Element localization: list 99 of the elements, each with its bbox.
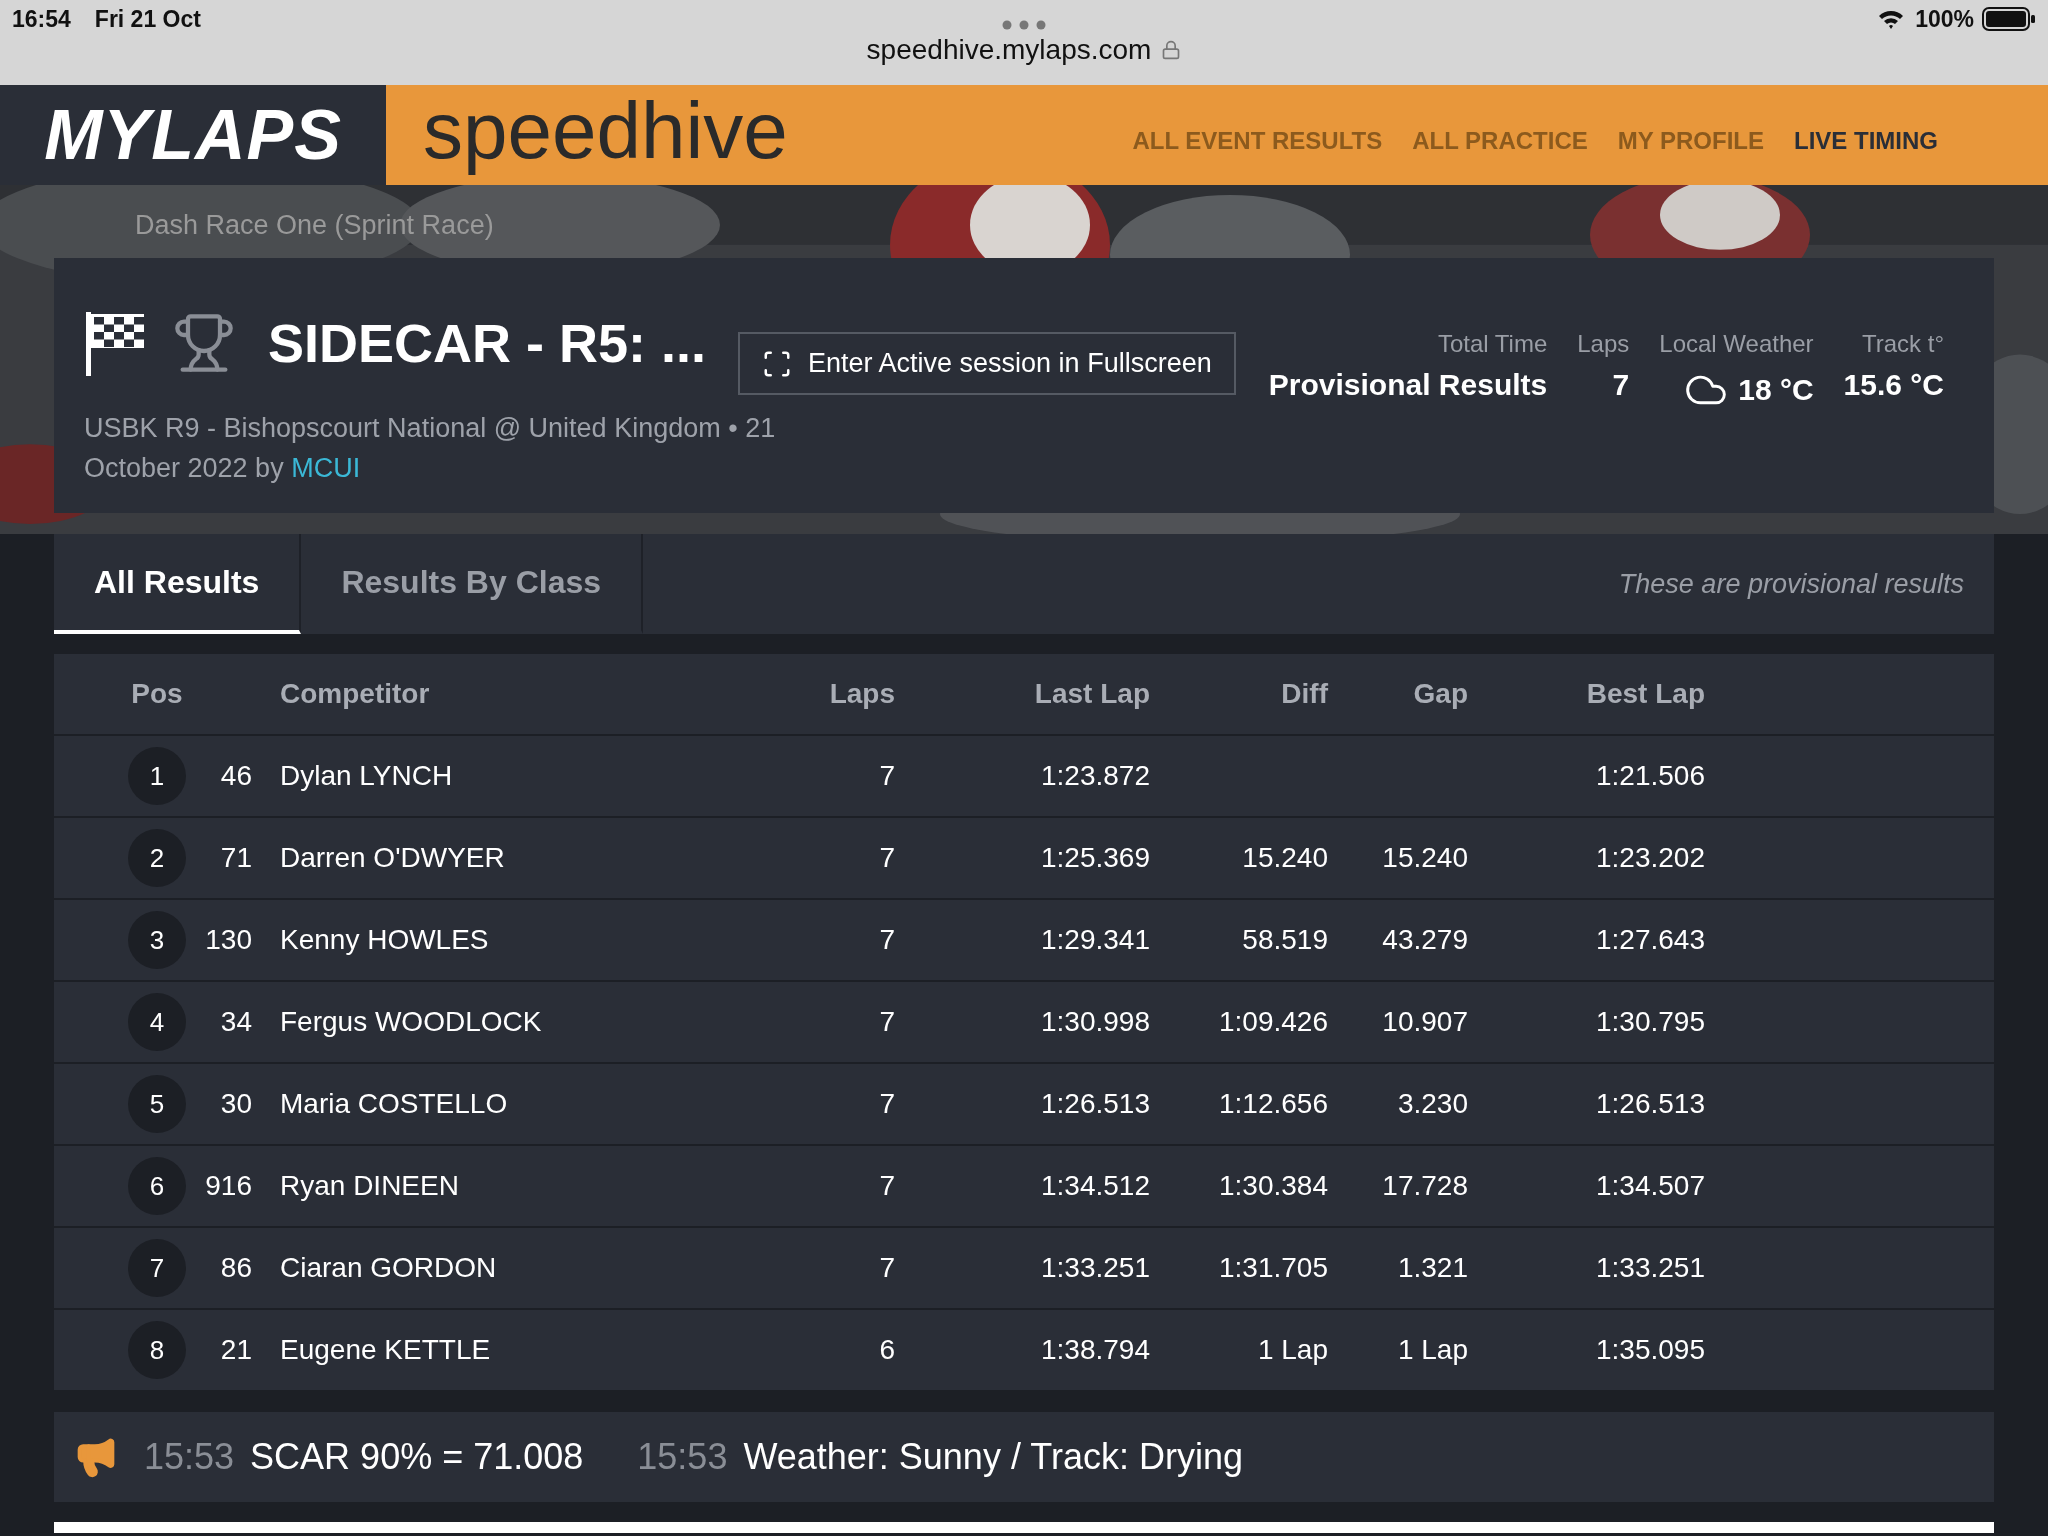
table-cell: 1:34.512 (1041, 1170, 1150, 1202)
table-cell: 6 (879, 1334, 895, 1366)
table-cell: 7 (879, 760, 895, 792)
table-cell: 43.279 (1382, 924, 1468, 956)
position-badge: 5 (128, 1075, 186, 1133)
column-header: Diff (1281, 678, 1328, 710)
table-cell: 7 (879, 1170, 895, 1202)
table-cell: 1:12.656 (1219, 1088, 1328, 1120)
stat-label: Total Time (1437, 330, 1548, 358)
table-cell: 3.230 (1397, 1088, 1468, 1120)
table-cell: 1 Lap (1397, 1334, 1468, 1366)
column-header: Last Lap (1034, 678, 1150, 710)
stat-value: 18 °C (1738, 373, 1814, 407)
table-cell: 46 (220, 760, 252, 792)
table-cell: 1:27.643 (1596, 924, 1705, 956)
table-cell-text: Eugene KETTLE (279, 1334, 491, 1366)
table-cell: 7 (879, 1252, 895, 1284)
table-cell: 10.907 (1382, 1006, 1468, 1038)
table-cell: 1:21.506 (1596, 760, 1705, 792)
position-badge: 8 (128, 1321, 186, 1379)
table-cell: 15.240 (1382, 842, 1468, 874)
table-cell: 15.240 (1242, 842, 1328, 874)
nav-link[interactable]: LIVE TIMING (1794, 127, 1938, 155)
lock-icon (1161, 40, 1182, 60)
table-cell: 1 Lap (1257, 1334, 1328, 1366)
column-header: Competitor (279, 678, 430, 710)
table-cell: 30 (220, 1088, 252, 1120)
announcement-text: Weather: Sunny / Track: Drying (743, 1436, 1243, 1478)
column-header: Gap (1413, 678, 1468, 710)
position-badge: 7 (128, 1239, 186, 1297)
table-cell: 1:30.795 (1596, 1006, 1705, 1038)
table-cell: 7 (879, 924, 895, 956)
table-cell: 1:09.426 (1219, 1006, 1328, 1038)
battery-icon (1982, 7, 2036, 31)
table-cell-text: Fergus WOODLOCK (279, 1006, 542, 1038)
provisional-note: These are provisional results (1618, 568, 1964, 600)
results-tab[interactable]: All Results (54, 534, 302, 634)
column-header: Best Lap (1586, 678, 1705, 710)
stat-label: Local Weather (1659, 330, 1814, 358)
table-cell: 1:23.872 (1041, 760, 1150, 792)
event-subtitle: Dash Race One (Sprint Race) (135, 209, 495, 242)
table-cell: 86 (220, 1252, 252, 1284)
announcement-text: SCAR 90% = 71.008 (250, 1436, 584, 1478)
table-cell: 1:33.251 (1041, 1252, 1150, 1284)
stat-value: 15.6 °C (1843, 368, 1944, 402)
stat-label: Track t° (1861, 330, 1944, 358)
table-cell-text: Maria COSTELLO (279, 1088, 508, 1120)
position-badge: 4 (128, 993, 186, 1051)
table-cell: 1:33.251 (1596, 1252, 1705, 1284)
table-cell-text: Ciaran GORDON (279, 1252, 497, 1284)
table-cell: 1:38.794 (1041, 1334, 1150, 1366)
author-link[interactable]: MCUI (291, 453, 361, 483)
brand-name[interactable]: speedhive (423, 83, 788, 179)
table-cell: 1:31.705 (1219, 1252, 1328, 1284)
table-cell: 21 (220, 1334, 252, 1366)
table-cell: 1:26.513 (1041, 1088, 1150, 1120)
fullscreen-button[interactable]: Enter Active session in Fullscreen (738, 332, 1236, 395)
table-cell: 17.728 (1382, 1170, 1468, 1202)
table-cell-text: Dylan LYNCH (279, 760, 453, 792)
announcement-time: 15:53 (637, 1436, 728, 1478)
table-cell: 1:26.513 (1596, 1088, 1705, 1120)
clock-time: 16:54 (12, 5, 71, 33)
table-cell: 7 (879, 1088, 895, 1120)
stat-value: 7 (1612, 368, 1630, 402)
table-cell: 7 (879, 842, 895, 874)
position-badge: 6 (128, 1157, 186, 1215)
table-cell-text: Ryan DINEEN (279, 1170, 459, 1202)
trophy-icon (172, 311, 236, 375)
table-cell: 1:34.507 (1596, 1170, 1705, 1202)
position-badge: 3 (128, 911, 186, 969)
table-cell: 1:30.998 (1041, 1006, 1150, 1038)
battery-percent: 100% (1915, 5, 1974, 33)
table-cell-text: Darren O'DWYER (279, 842, 505, 874)
column-header: Pos (130, 678, 183, 710)
table-cell: 1:35.095 (1596, 1334, 1705, 1366)
column-header: Laps (829, 678, 895, 710)
session-title: SIDECAR - R5: ... (268, 312, 707, 374)
stat-value: Provisional Results (1268, 368, 1548, 402)
announcement-time: 15:53 (144, 1436, 235, 1478)
table-cell: 916 (205, 1170, 252, 1202)
table-cell: 1:23.202 (1596, 842, 1705, 874)
url-text[interactable]: speedhive.mylaps.com (866, 34, 1152, 66)
table-cell: 1:30.384 (1219, 1170, 1328, 1202)
session-info: USBK R9 - Bishopscourt National @ United Kingdom • 21 October 2022 by MCUI (84, 412, 777, 485)
table-cell: 1.321 (1397, 1252, 1468, 1284)
table-cell: 1:25.369 (1041, 842, 1150, 874)
table-cell: 1:29.341 (1041, 924, 1150, 956)
table-cell: 130 (205, 924, 252, 956)
table-cell: 71 (220, 842, 252, 874)
table-cell: 34 (220, 1006, 252, 1038)
table-cell-text: Kenny HOWLES (279, 924, 489, 956)
position-badge: 2 (128, 829, 186, 887)
table-cell: 58.519 (1242, 924, 1328, 956)
wifi-icon (1877, 8, 1906, 30)
table-cell: 7 (879, 1006, 895, 1038)
position-badge: 1 (128, 747, 186, 805)
more-dots-icon (1002, 20, 1046, 30)
stat-label: Laps (1577, 330, 1630, 358)
status-date: Fri 21 Oct (94, 5, 201, 33)
